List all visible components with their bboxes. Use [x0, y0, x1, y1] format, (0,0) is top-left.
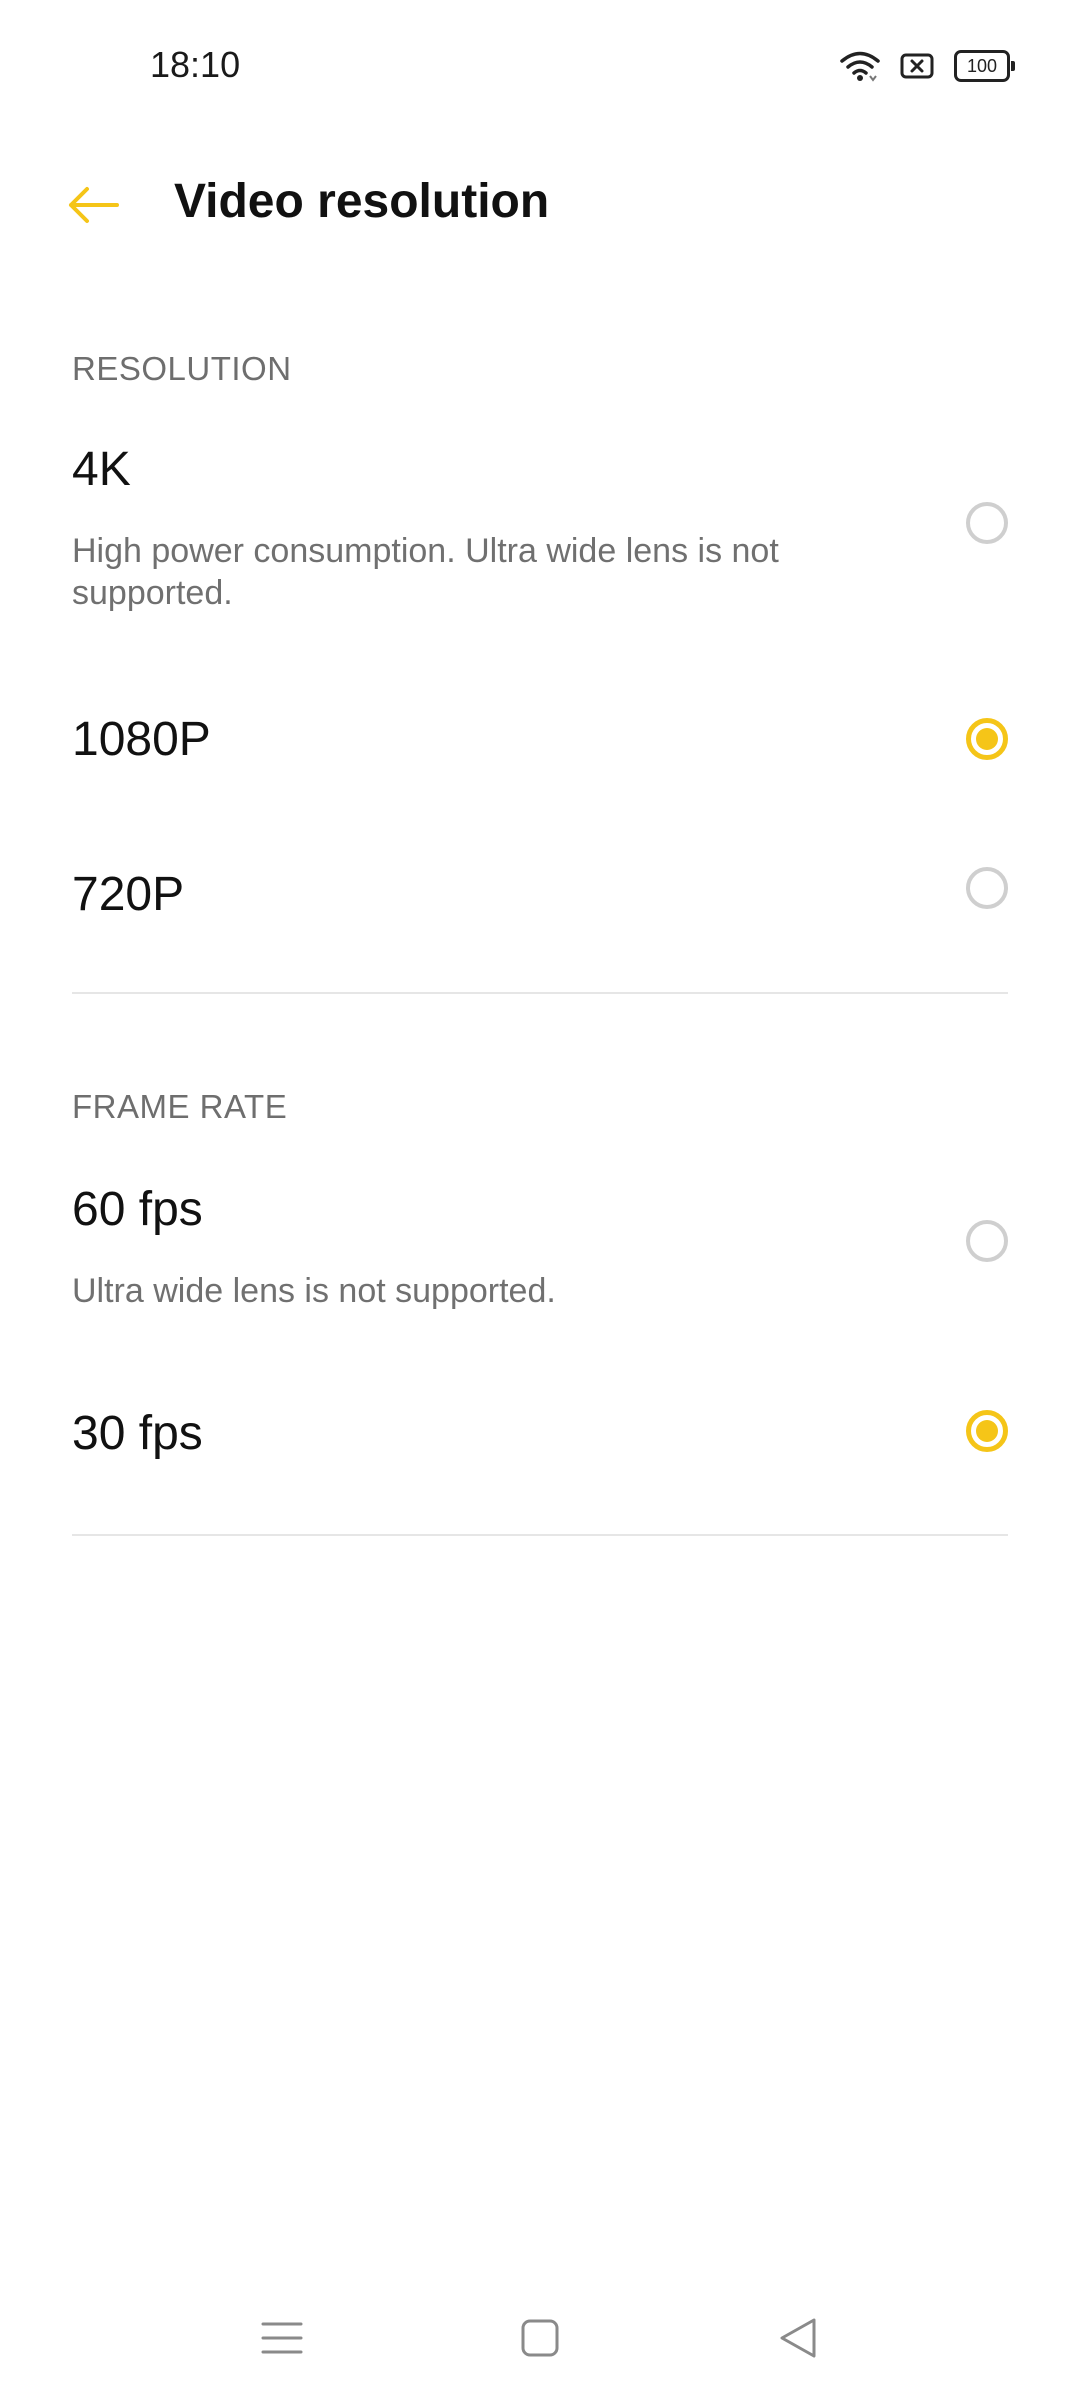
option-description: High power consumption. Ultra wide lens … — [72, 532, 779, 612]
no-sim-icon — [900, 52, 934, 80]
back-icon — [778, 2316, 818, 2365]
divider — [72, 992, 1008, 994]
option-1080p[interactable]: 1080P — [0, 680, 1080, 800]
status-bar: 18:10 100 — [0, 0, 1080, 130]
app-bar: Video resolution — [0, 150, 1080, 260]
menu-icon — [261, 2321, 303, 2360]
option-label: 60 fps — [72, 1183, 203, 1236]
section-header-resolution: RESOLUTION — [72, 350, 292, 387]
radio-4k[interactable] — [966, 502, 1008, 544]
option-label: 4K — [72, 443, 131, 496]
section-header-frame-rate: FRAME RATE — [72, 1088, 288, 1125]
radio-30fps[interactable] — [966, 1410, 1008, 1452]
recent-apps-button[interactable] — [242, 2300, 322, 2380]
option-description: Ultra wide lens is not supported. — [72, 1272, 556, 1310]
option-label: 720P — [72, 868, 185, 921]
page-title: Video resolution — [174, 175, 550, 228]
option-label: 30 fps — [72, 1407, 203, 1460]
home-icon — [520, 2318, 560, 2363]
divider — [72, 1534, 1008, 1536]
radio-720p[interactable] — [966, 867, 1008, 909]
navigation-bar — [0, 2280, 1080, 2400]
status-icons: 100 — [840, 50, 1015, 82]
home-button[interactable] — [500, 2300, 580, 2380]
battery-icon: 100 — [954, 50, 1015, 82]
radio-60fps[interactable] — [966, 1220, 1008, 1262]
nav-back-button[interactable] — [758, 2300, 838, 2380]
option-60fps[interactable]: 60 fps Ultra wide lens is not supported. — [0, 1170, 1080, 1350]
wifi-icon — [840, 50, 880, 82]
option-30fps[interactable]: 30 fps — [0, 1380, 1080, 1500]
option-label: 1080P — [72, 713, 211, 766]
radio-1080p[interactable] — [966, 718, 1008, 760]
option-4k[interactable]: 4K High power consumption. Ultra wide le… — [0, 430, 1080, 640]
option-720p[interactable]: 720P — [0, 835, 1080, 955]
status-time: 18:10 — [150, 44, 241, 85]
back-button[interactable] — [58, 172, 128, 242]
arrow-left-icon — [65, 185, 121, 230]
